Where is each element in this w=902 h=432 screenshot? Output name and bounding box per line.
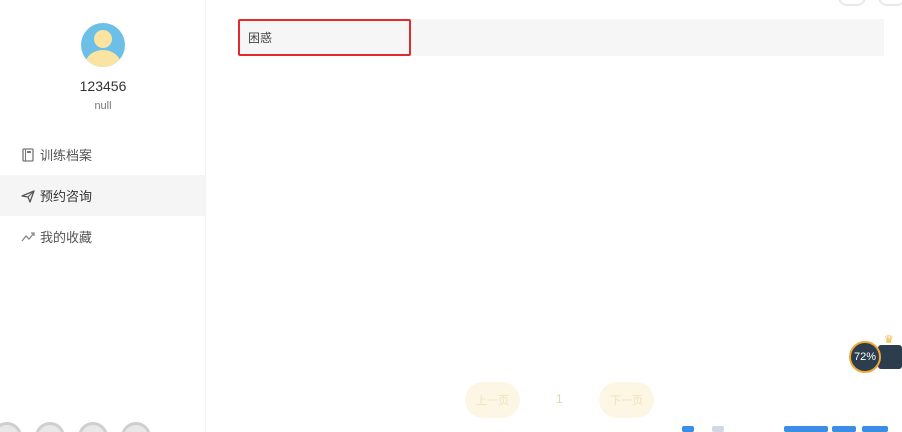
taskbar-icon[interactable] xyxy=(712,426,724,432)
monitor-widget[interactable]: 72% xyxy=(849,341,881,373)
sidebar-item-label: 训练档案 xyxy=(40,148,93,163)
circle-icon[interactable] xyxy=(121,422,151,432)
trend-icon xyxy=(21,230,35,244)
bottom-icon-row xyxy=(0,422,151,432)
sidebar-item-label: 预约咨询 xyxy=(40,189,93,204)
sidebar-item-training-records[interactable]: 训练档案 xyxy=(0,134,206,175)
pagination: 上一页 1 下一页 xyxy=(206,382,902,418)
sidebar-item-favorites[interactable]: 我的收藏 xyxy=(0,216,206,257)
circle-icon[interactable] xyxy=(0,422,22,432)
taskbar-button[interactable] xyxy=(784,426,828,432)
page-number[interactable]: 1 xyxy=(556,392,563,406)
avatar-body xyxy=(85,50,121,67)
prev-page-button[interactable]: 上一页 xyxy=(465,382,520,418)
paper-plane-icon xyxy=(21,189,35,203)
sidebar-item-label: 我的收藏 xyxy=(40,230,93,245)
sidebar: 123456 null 训练档案 预约咨询 我的收藏 xyxy=(0,0,206,432)
avatar[interactable] xyxy=(81,23,125,67)
taskbar-icon[interactable] xyxy=(682,426,694,432)
sidebar-item-appointment[interactable]: 预约咨询 xyxy=(0,175,206,216)
circle-icon[interactable] xyxy=(78,422,108,432)
circle-icon[interactable] xyxy=(35,422,65,432)
taskbar-button[interactable] xyxy=(862,426,888,432)
taskbar-button[interactable] xyxy=(832,426,856,432)
top-action-icon[interactable] xyxy=(838,0,866,6)
next-page-button[interactable]: 下一页 xyxy=(599,382,654,418)
notebook-icon xyxy=(21,147,35,162)
monitor-widget-panel[interactable] xyxy=(878,345,902,369)
top-action-icon[interactable] xyxy=(878,0,902,6)
list-item[interactable]: 困惑 xyxy=(238,19,411,56)
user-subtitle: null xyxy=(94,100,112,112)
sidebar-nav: 训练档案 预约咨询 我的收藏 xyxy=(0,134,206,257)
avatar-head xyxy=(94,30,112,48)
main-content: 困惑 上一页 1 下一页 xyxy=(206,0,902,432)
username: 123456 xyxy=(79,78,127,94)
